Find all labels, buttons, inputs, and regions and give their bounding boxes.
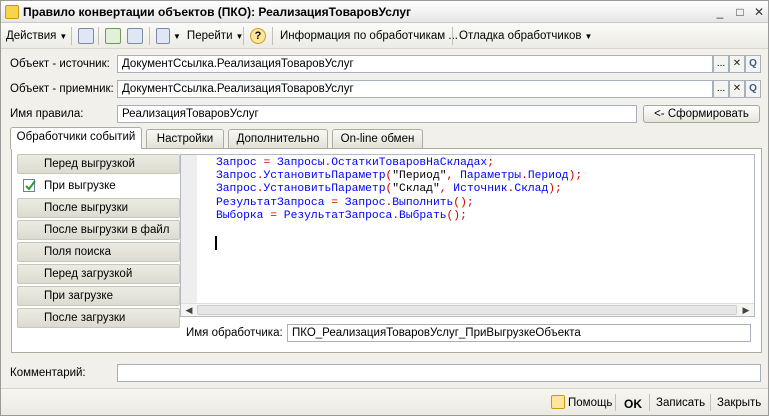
- ok-button[interactable]: OK: [624, 397, 642, 411]
- handler-item-after-import[interactable]: После загрузки: [17, 308, 180, 328]
- text-cursor: [215, 236, 217, 250]
- close-button[interactable]: Закрыть: [717, 397, 761, 409]
- editor-gutter: [181, 155, 197, 303]
- toolbar-separator: [272, 27, 273, 45]
- tab-additional[interactable]: Дополнительно: [228, 129, 328, 148]
- toolbar-separator: [149, 27, 150, 45]
- handler-item-on-import[interactable]: При загрузке: [17, 286, 180, 306]
- target-object-field[interactable]: ДокументСсылка.РеализацияТоваровУслуг: [117, 80, 713, 98]
- refresh-icon[interactable]: [105, 28, 121, 44]
- toolbar-separator: [243, 27, 244, 45]
- code-line: Запрос.УстановитьПараметр("Период", Пара…: [216, 170, 583, 183]
- app-icon: [5, 5, 19, 19]
- horizontal-scrollbar[interactable]: ◀ ▶: [181, 303, 754, 316]
- open-icon[interactable]: Q: [745, 80, 761, 98]
- help-button[interactable]: Помощь: [568, 397, 612, 409]
- handlers-info-button[interactable]: Информация по обработчикам ...: [280, 28, 458, 44]
- select-button[interactable]: ...: [713, 80, 729, 98]
- code-line: Выборка = РезультатЗапроса.Выбрать();: [216, 209, 467, 222]
- scroll-left-icon[interactable]: ◀: [182, 304, 196, 316]
- actions-menu[interactable]: Действия ▼: [6, 28, 67, 44]
- debug-label: Отладка обработчиков: [459, 30, 582, 42]
- tab-event-handlers[interactable]: Обработчики событий: [10, 127, 142, 149]
- copy-icon[interactable]: [78, 28, 94, 44]
- generate-button[interactable]: <- Сформировать: [643, 105, 760, 123]
- chevron-down-icon: ▼: [173, 32, 181, 41]
- goto-icon[interactable]: [156, 28, 170, 44]
- help-icon: [551, 395, 565, 409]
- handler-item-search-fields[interactable]: Поля поиска: [17, 242, 180, 262]
- close-window-button[interactable]: ✕: [751, 4, 767, 20]
- clear-icon[interactable]: ✕: [729, 55, 745, 73]
- target-object-label: Объект - приемник:: [10, 83, 114, 95]
- goto-label: Перейти: [186, 30, 233, 42]
- code-line: Запрос.УстановитьПараметр("Склад", Источ…: [216, 183, 562, 196]
- window-title: Правило конвертации объектов (ПКО): Реал…: [23, 5, 412, 19]
- settings-icon[interactable]: [127, 28, 143, 44]
- chevron-down-icon: ▼: [59, 32, 68, 41]
- code-editor[interactable]: Запрос = Запросы.ОстаткиТоваровНаСкладах…: [180, 154, 755, 317]
- tab-settings[interactable]: Настройки: [146, 129, 224, 148]
- comment-field[interactable]: [117, 364, 761, 382]
- select-button[interactable]: ...: [713, 55, 729, 73]
- bottom-bar: Помощь OK Записать Закрыть: [1, 388, 768, 415]
- bottom-separator: [615, 394, 616, 411]
- handler-item-before-import[interactable]: Перед загрузкой: [17, 264, 180, 284]
- open-icon[interactable]: Q: [745, 55, 761, 73]
- toolbar: Действия ▼ ▼ Перейти ▼ ? Информация по обра…: [1, 23, 768, 49]
- handler-item-after-export-to-file[interactable]: После выгрузки в файл: [17, 220, 180, 240]
- handler-item-before-export[interactable]: Перед выгрузкой: [17, 154, 180, 174]
- clear-icon[interactable]: ✕: [729, 80, 745, 98]
- source-object-field[interactable]: ДокументСсылка.РеализацияТоваровУслуг: [117, 55, 713, 73]
- chevron-down-icon: ▼: [584, 32, 593, 41]
- handler-name-field[interactable]: ПКО_РеализацияТоваровУслуг_ПриВыгрузкеОб…: [287, 324, 751, 342]
- goto-menu[interactable]: ▼ Перейти ▼: [173, 28, 243, 44]
- toolbar-separator: [452, 27, 453, 45]
- scroll-right-icon[interactable]: ▶: [739, 304, 753, 316]
- debug-handlers-menu[interactable]: Отладка обработчиков ▼: [459, 28, 592, 44]
- code-line: Запрос = Запросы.ОстаткиТоваровНаСкладах…: [216, 157, 494, 169]
- toolbar-separator: [71, 27, 72, 45]
- code-line: РезультатЗапроса = Запрос.Выполнить();: [216, 196, 474, 209]
- bottom-separator: [710, 394, 711, 411]
- maximize-button[interactable]: □: [732, 4, 748, 20]
- code-text[interactable]: Запрос = Запросы.ОстаткиТоваровНаСкладах…: [216, 157, 582, 223]
- handler-item-on-export[interactable]: При выгрузке: [17, 176, 180, 196]
- handler-item-after-export[interactable]: После выгрузки: [17, 198, 180, 218]
- actions-label: Действия: [6, 30, 57, 42]
- rule-name-label: Имя правила:: [10, 108, 84, 120]
- check-icon: [23, 179, 36, 192]
- dialog-window: Правило конвертации объектов (ПКО): Реал…: [0, 0, 769, 416]
- bottom-separator: [649, 394, 650, 411]
- minimize-button[interactable]: _: [712, 4, 728, 20]
- help-icon[interactable]: ?: [250, 28, 266, 44]
- handler-name-label: Имя обработчика:: [186, 327, 283, 339]
- save-button[interactable]: Записать: [656, 397, 705, 409]
- source-object-label: Объект - источник:: [10, 58, 110, 70]
- title-bar: Правило конвертации объектов (ПКО): Реал…: [1, 1, 768, 23]
- toolbar-separator: [98, 27, 99, 45]
- tab-online-exchange[interactable]: On-line обмен: [332, 129, 423, 148]
- handler-item-label: При выгрузке: [44, 180, 116, 192]
- scroll-thumb[interactable]: [197, 305, 737, 315]
- comment-label: Комментарий:: [10, 367, 86, 379]
- rule-name-field[interactable]: РеализацияТоваровУслуг: [117, 105, 637, 123]
